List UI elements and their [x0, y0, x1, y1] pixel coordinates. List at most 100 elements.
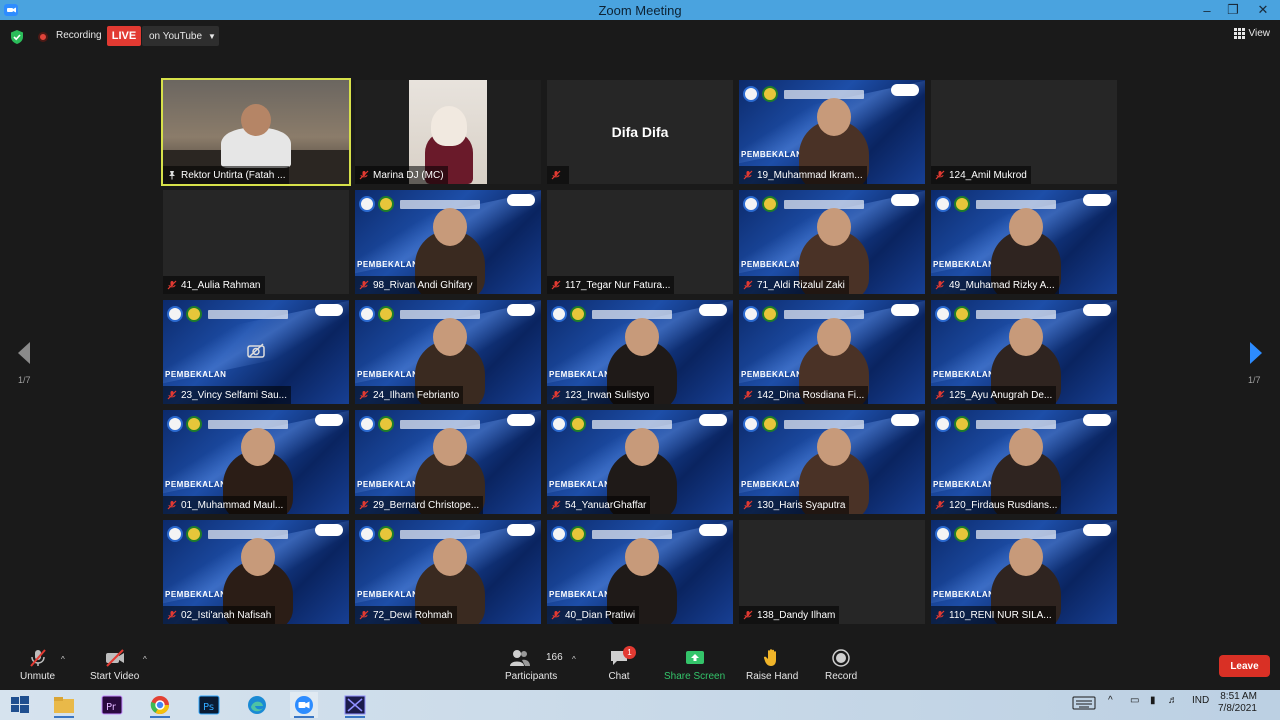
participant-name-label: 130_Haris Syaputra — [739, 496, 850, 514]
tray-network-icon[interactable]: ▮ — [1150, 695, 1156, 706]
participant-tile[interactable]: PEMBEKALAN 40_Dian Pratiwi — [547, 520, 733, 624]
camera-off-icon — [247, 343, 265, 358]
participant-tile[interactable]: PEMBEKALAN 123_Irwan Sulistyo — [547, 300, 733, 404]
participant-name-label: 29_Bernard Christope... — [355, 496, 484, 514]
participant-tile[interactable]: PEMBEKALAN 72_Dewi Rohmah — [355, 520, 541, 624]
keyboard-icon[interactable] — [1072, 696, 1096, 713]
zoom-taskbar-icon[interactable] — [290, 692, 318, 718]
video-gallery: Rektor Untirta (Fatah ... Marina DJ (MC) D… — [161, 78, 1117, 626]
banner-text-bar — [784, 89, 864, 99]
shield-icon[interactable] — [10, 30, 24, 44]
prev-page-arrow-icon[interactable] — [16, 340, 32, 366]
participant-tile[interactable]: PEMBEKALAN 29_Bernard Christope... — [355, 410, 541, 514]
university-logo-icon — [743, 416, 759, 432]
participant-tile[interactable]: PEMBEKALAN 125_Ayu Anugrah De... — [931, 300, 1117, 404]
background-banner-text: PEMBEKALAN — [933, 480, 995, 489]
participant-tile[interactable]: 138_Dandy Ilham — [739, 520, 925, 624]
participant-tile[interactable]: Marina DJ (MC) — [355, 80, 541, 184]
tray-language[interactable]: IND — [1192, 695, 1209, 706]
minimize-button[interactable]: – — [1194, 0, 1220, 20]
participant-tile[interactable]: PEMBEKALAN 54_YanuarGhaffar — [547, 410, 733, 514]
tray-power-icon[interactable]: ▭ — [1130, 695, 1139, 706]
participant-tile[interactable]: Rektor Untirta (Fatah ... — [161, 78, 351, 186]
participant-tile[interactable]: PEMBEKALAN 49_Muhamad Rizky A... — [931, 190, 1117, 294]
zoom-app-icon — [4, 4, 18, 16]
svg-text:Pr: Pr — [106, 702, 117, 713]
live-target-dropdown[interactable]: on YouTube ▼ — [142, 26, 219, 46]
edge-icon[interactable] — [243, 692, 271, 718]
participant-tile[interactable]: PEMBEKALAN 02_Isti'anah Nafisah — [163, 520, 349, 624]
mic-muted-icon — [359, 280, 369, 290]
participant-tile[interactable]: 117_Tegar Nur Fatura... — [547, 190, 733, 294]
participant-name-label — [547, 166, 569, 184]
next-page-arrow-icon[interactable] — [1248, 340, 1264, 366]
untirta-logo-icon — [762, 86, 778, 102]
kampus-merdeka-logo-icon — [1083, 194, 1111, 206]
background-banner-text: PEMBEKALAN — [165, 370, 227, 379]
recording-label[interactable]: Recording — [56, 30, 102, 41]
participant-tile[interactable]: PEMBEKALAN 24_Ilham Febrianto — [355, 300, 541, 404]
university-logo-icon — [743, 86, 759, 102]
participant-tile[interactable]: PEMBEKALAN 110_RENI NUR SILA... — [931, 520, 1117, 624]
photoshop-icon[interactable]: Ps — [195, 692, 223, 718]
participant-tile[interactable]: 124_Amil Mukrod — [931, 80, 1117, 184]
participant-name: 72_Dewi Rohmah — [373, 609, 453, 621]
tray-volume-icon[interactable]: ♬ — [1168, 695, 1178, 706]
record-button[interactable]: Record — [825, 648, 857, 682]
untirta-logo-icon — [378, 526, 394, 542]
participant-name: 54_YanuarGhaffar — [565, 499, 647, 511]
banner-text-bar — [976, 199, 1056, 209]
chrome-icon[interactable] — [146, 692, 174, 718]
media-app-icon[interactable] — [341, 692, 369, 718]
leave-button[interactable]: Leave — [1219, 655, 1270, 677]
premiere-icon[interactable]: Pr — [98, 692, 126, 718]
participant-tile[interactable]: PEMBEKALAN 98_Rivan Andi Ghifary — [355, 190, 541, 294]
mic-muted-icon — [551, 500, 561, 510]
start-video-label: Start Video — [90, 671, 140, 682]
unmute-button[interactable]: Unmute — [20, 648, 55, 682]
participant-tile[interactable]: PEMBEKALAN 130_Haris Syaputra — [739, 410, 925, 514]
maximize-button[interactable]: ❐ — [1220, 0, 1246, 20]
participant-tile[interactable]: PEMBEKALAN 120_Firdaus Rusdians... — [931, 410, 1117, 514]
file-explorer-icon[interactable] — [50, 692, 78, 718]
university-logo-icon — [743, 196, 759, 212]
participant-tile[interactable]: 41_Aulia Rahman — [163, 190, 349, 294]
mic-muted-icon — [167, 610, 177, 620]
participant-tile[interactable]: PEMBEKALAN 142_Dina Rosdiana Fi... — [739, 300, 925, 404]
chevron-down-icon: ▼ — [208, 31, 216, 41]
participant-name-label: 142_Dina Rosdiana Fi... — [739, 386, 869, 404]
banner-text-bar — [592, 529, 672, 539]
close-button[interactable]: ✕ — [1246, 0, 1280, 20]
kampus-merdeka-logo-icon — [1083, 414, 1111, 426]
participants-caret-icon[interactable]: ^ — [572, 655, 576, 664]
tray-up-arrow-icon[interactable]: ^ — [1108, 695, 1113, 706]
mic-muted-icon — [935, 280, 945, 290]
share-screen-icon — [684, 648, 706, 668]
participant-name: 124_Amil Mukrod — [949, 169, 1027, 181]
participant-tile[interactable]: PEMBEKALAN 71_Aldi Rizalul Zaki — [739, 190, 925, 294]
mic-muted-icon — [743, 170, 753, 180]
share-screen-button[interactable]: Share Screen — [664, 648, 725, 682]
participant-tile[interactable]: PEMBEKALAN 19_Muhammad Ikram... — [739, 80, 925, 184]
participant-name: 138_Dandy Ilham — [757, 609, 836, 621]
untirta-logo-icon — [570, 526, 586, 542]
kampus-merdeka-logo-icon — [507, 414, 535, 426]
raise-hand-button[interactable]: Raise Hand — [746, 648, 798, 682]
windows-start-icon[interactable] — [6, 692, 34, 718]
participant-tile[interactable]: Difa Difa — [547, 80, 733, 184]
participant-tile[interactable]: PEMBEKALAN 01_Muhammad Maul... — [163, 410, 349, 514]
participant-name: 98_Rivan Andi Ghifary — [373, 279, 473, 291]
background-banner-text: PEMBEKALAN — [357, 260, 419, 269]
video-options-caret-icon[interactable]: ^ — [143, 655, 147, 664]
untirta-logo-icon — [378, 416, 394, 432]
view-button[interactable]: View — [1233, 28, 1270, 39]
start-video-button[interactable]: Start Video — [90, 648, 139, 682]
recording-dot-icon[interactable] — [38, 32, 48, 42]
participant-name: 71_Aldi Rizalul Zaki — [757, 279, 845, 291]
taskbar-clock[interactable]: 8:51 AM 7/8/2021 — [1218, 691, 1257, 715]
untirta-logo-icon — [762, 416, 778, 432]
live-badge[interactable]: LIVE — [107, 26, 141, 46]
university-logo-icon — [359, 526, 375, 542]
participant-tile[interactable]: PEMBEKALAN 23_Vincy Selfami Sau... — [163, 300, 349, 404]
audio-options-caret-icon[interactable]: ^ — [61, 655, 65, 664]
